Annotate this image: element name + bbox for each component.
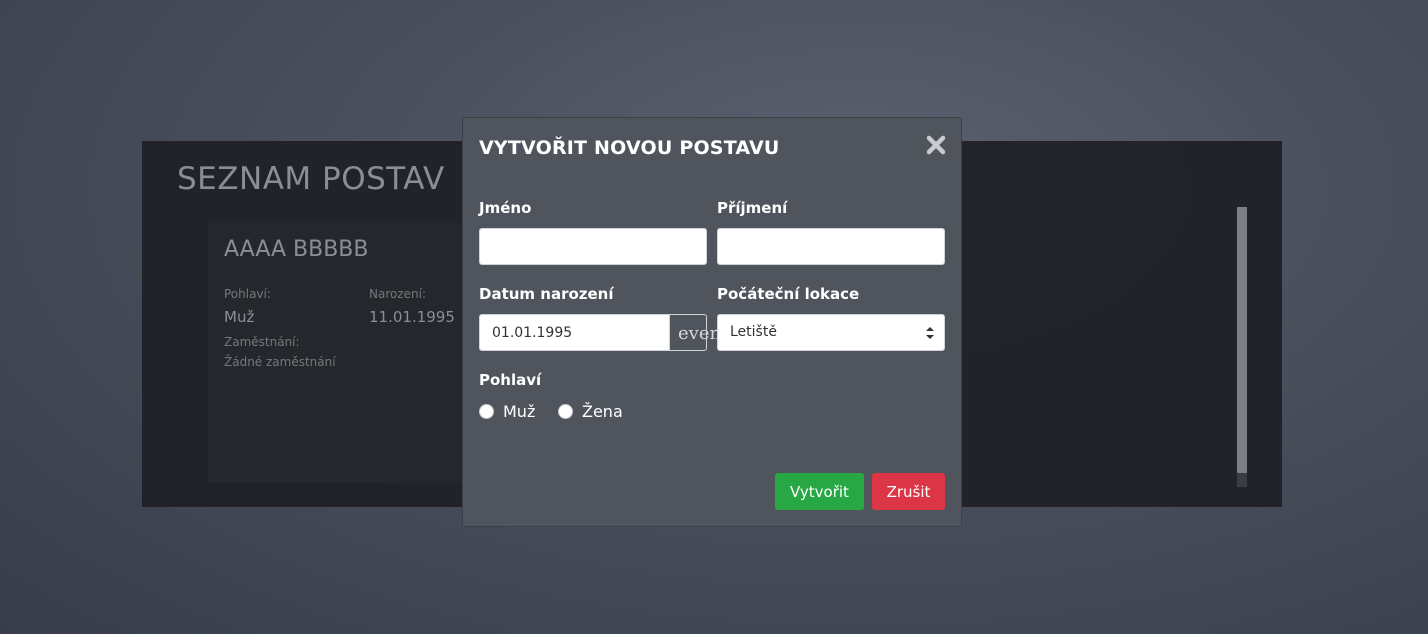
birth-label: Narození: bbox=[369, 287, 427, 301]
start-location-select[interactable]: Letiště bbox=[717, 314, 945, 351]
create-character-modal: VYTVOŘIT NOVOU POSTAVU Jméno Příjmení Da… bbox=[462, 117, 962, 527]
scrollbar[interactable] bbox=[1237, 207, 1247, 487]
last-name-input[interactable] bbox=[717, 228, 945, 265]
close-icon bbox=[926, 135, 946, 154]
first-name-label: Jméno bbox=[479, 199, 532, 217]
birth-date-input[interactable] bbox=[479, 314, 670, 351]
birth-date-label: Datum narození bbox=[479, 285, 614, 303]
gender-label: Pohlaví: bbox=[224, 287, 271, 301]
birth-date-group: event bbox=[479, 314, 728, 351]
birth-value: 11.01.1995 bbox=[369, 308, 455, 326]
first-name-input[interactable] bbox=[479, 228, 707, 265]
gender-option-female-label[interactable]: Žena bbox=[582, 402, 623, 421]
start-location-label: Počáteční lokace bbox=[717, 285, 860, 303]
gender-radio-female[interactable] bbox=[558, 404, 573, 419]
close-button[interactable] bbox=[923, 132, 949, 160]
gender-option-male-label[interactable]: Muž bbox=[503, 402, 535, 421]
select-arrows-icon bbox=[926, 327, 934, 339]
create-button[interactable]: Vytvořit bbox=[775, 473, 864, 510]
character-name: AAAA BBBBB bbox=[224, 237, 369, 262]
cancel-button[interactable]: Zrušit bbox=[872, 473, 945, 510]
gender-label: Pohlaví bbox=[479, 371, 542, 389]
last-name-label: Příjmení bbox=[717, 199, 788, 217]
job-value: Žádné zaměstnání bbox=[224, 355, 336, 369]
start-location-value: Letiště bbox=[730, 324, 777, 340]
panel-title: SEZNAM POSTAV bbox=[177, 161, 445, 197]
character-card[interactable]: AAAA BBBBB Pohlaví: Muž Narození: 11.01.… bbox=[208, 223, 468, 483]
scrollbar-thumb[interactable] bbox=[1237, 207, 1247, 473]
job-label: Zaměstnání: bbox=[224, 335, 300, 349]
gender-radio-male[interactable] bbox=[479, 404, 494, 419]
modal-title: VYTVOŘIT NOVOU POSTAVU bbox=[479, 137, 780, 159]
calendar-button[interactable]: event bbox=[669, 314, 728, 351]
gender-value: Muž bbox=[224, 308, 255, 326]
